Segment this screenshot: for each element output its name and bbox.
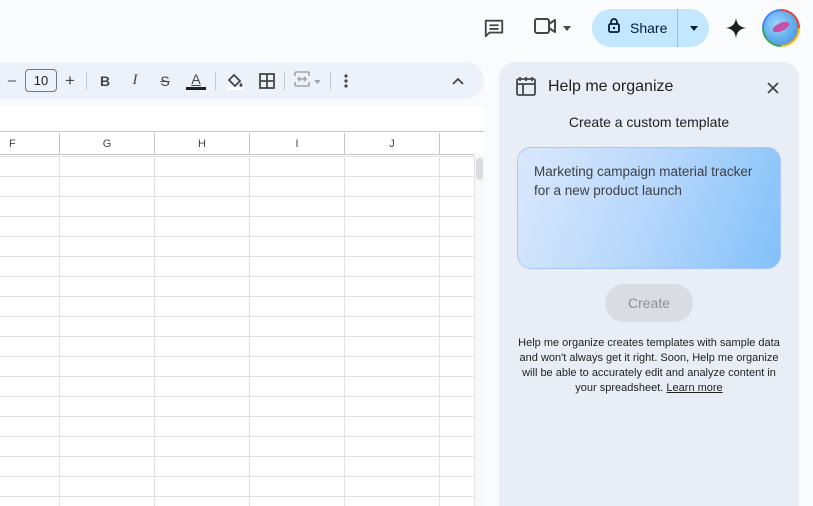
disclaimer-body: Help me organize creates templates with …	[518, 337, 780, 394]
more-options-icon[interactable]	[336, 62, 356, 99]
column-header-j[interactable]: J	[345, 133, 440, 155]
toolbar-divider	[284, 72, 285, 90]
app-window: Share – 10 + B I S A F G H I J Help me o…	[0, 0, 813, 506]
formula-bar[interactable]	[0, 106, 484, 132]
disclaimer-text: Help me organize creates templates with …	[517, 336, 781, 396]
comment-icon[interactable]	[478, 12, 510, 44]
font-size-input[interactable]: 10	[25, 69, 57, 92]
increase-font-size-button[interactable]: +	[61, 62, 79, 99]
top-bar: Share	[0, 0, 813, 56]
grid-line	[344, 156, 345, 506]
create-button[interactable]: Create	[605, 284, 693, 322]
video-call-icon	[533, 16, 557, 41]
chevron-down-icon	[689, 19, 698, 37]
share-button[interactable]: Share	[592, 9, 678, 47]
video-call-button[interactable]	[528, 12, 576, 44]
toolbar-divider	[330, 72, 331, 90]
panel-title: Help me organize	[548, 78, 674, 95]
lock-icon	[608, 18, 620, 38]
spreadsheet-grid: F G H I J	[0, 106, 484, 506]
fill-color-icon[interactable]	[224, 62, 246, 99]
scrollbar-thumb[interactable]	[476, 158, 483, 180]
grid-line	[154, 156, 155, 506]
chevron-down-icon	[313, 72, 321, 89]
column-header-i[interactable]: I	[250, 133, 345, 155]
column-header-f[interactable]: F	[0, 133, 60, 155]
bold-button[interactable]: B	[95, 62, 115, 99]
collapse-toolbar-icon[interactable]	[448, 62, 468, 99]
panel-subtitle: Create a custom template	[568, 114, 730, 130]
column-header-h[interactable]: H	[155, 133, 250, 155]
cell-grid[interactable]	[0, 156, 474, 506]
column-header-g[interactable]: G	[60, 133, 155, 155]
share-button-group: Share	[592, 9, 709, 47]
plus-icon: +	[65, 70, 75, 90]
text-color-swatch	[186, 86, 206, 90]
merge-cells-button[interactable]	[289, 62, 325, 99]
merge-cells-icon	[293, 70, 310, 91]
italic-icon: I	[132, 72, 138, 88]
prompt-input[interactable]: Marketing campaign material tracker for …	[517, 147, 781, 269]
sparkle-icon[interactable]	[722, 12, 750, 44]
grid-line	[249, 156, 250, 506]
italic-button[interactable]: I	[125, 62, 145, 99]
panel-header: Help me organize	[499, 62, 799, 112]
learn-more-link[interactable]: Learn more	[666, 382, 722, 394]
grid-line	[59, 156, 60, 506]
text-color-icon: A	[191, 70, 201, 87]
minus-icon: –	[7, 72, 17, 89]
strikethrough-icon: S	[160, 72, 170, 89]
toolbar-divider	[215, 72, 216, 90]
column-headers: F G H I J	[0, 133, 474, 155]
avatar[interactable]	[762, 9, 800, 47]
close-icon[interactable]	[761, 76, 785, 100]
bold-icon: B	[99, 72, 111, 89]
share-dropdown-button[interactable]	[678, 9, 709, 47]
decrease-font-size-button[interactable]: –	[3, 62, 21, 99]
toolbar-divider	[86, 72, 87, 90]
strikethrough-button[interactable]: S	[155, 62, 175, 99]
formatting-toolbar: – 10 + B I S A	[0, 62, 484, 99]
help-me-organize-panel: Help me organize Create a custom templat…	[499, 62, 799, 506]
vertical-scrollbar[interactable]	[474, 155, 484, 506]
text-color-button[interactable]: A	[185, 62, 207, 99]
table-template-icon	[515, 76, 537, 98]
borders-icon[interactable]	[256, 62, 278, 99]
share-label: Share	[630, 20, 668, 36]
grid-line	[439, 156, 440, 506]
chevron-down-icon	[563, 19, 571, 37]
